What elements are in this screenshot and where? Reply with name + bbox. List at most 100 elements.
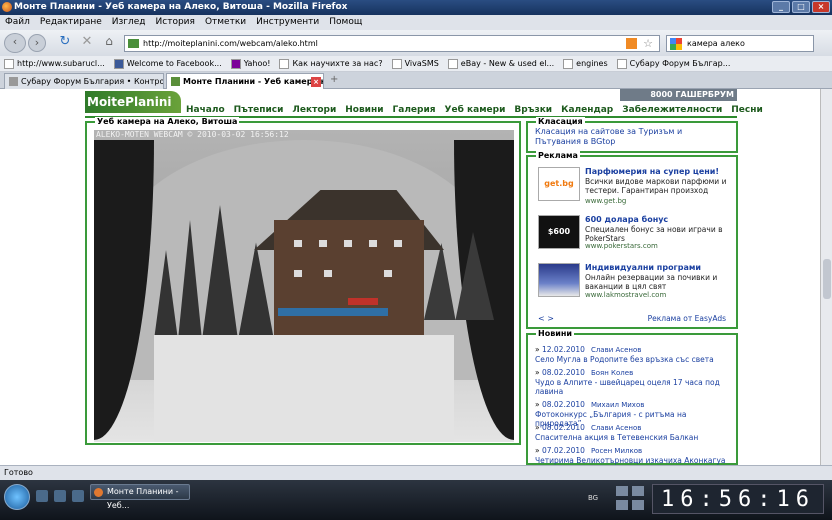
url-text: http://moiteplanini.com/webcam/aleko.htm… (143, 39, 318, 48)
ad-url[interactable]: www.pokerstars.com (585, 242, 658, 250)
ad-text: Онлайн резервации за почивки и ваканции … (585, 273, 718, 291)
hut-window (324, 270, 332, 277)
news-item[interactable]: » 07.02.2010 Росен Милков Четирима Велико… (535, 446, 733, 465)
navigation-toolbar: ‹ › ↻ ✕ ⌂ http://moiteplanini.com/webcam… (0, 30, 832, 56)
tray-icon[interactable] (632, 486, 644, 496)
ad-item[interactable]: Индивидуални програми Онлайн резервации … (538, 263, 733, 303)
nav-webcams[interactable]: Уеб камери (445, 105, 506, 115)
bookmark-item[interactable]: engines (563, 56, 608, 71)
forward-button[interactable]: › (28, 34, 46, 52)
ad-item[interactable]: get.bg Парфюмерия на супер цени! Всички … (538, 167, 733, 207)
maximize-button[interactable]: □ (792, 1, 810, 13)
firefox-icon (2, 2, 12, 12)
taskbar: Монте Планини - Уеб... BG 16:56:16 (0, 480, 832, 520)
lens-vignette-left (94, 140, 154, 440)
quicklaunch-icon[interactable] (72, 490, 84, 502)
ad-image[interactable]: $600 ПОКЕР (538, 215, 580, 268)
page-icon (279, 58, 290, 69)
tray-icon[interactable] (616, 500, 628, 510)
bookmark-item[interactable]: VivaSMS (391, 56, 439, 71)
tab-monte-planini[interactable]: Монте Планини - Уеб камера на ... × (166, 73, 324, 89)
hut-window (294, 270, 302, 277)
vertical-scrollbar[interactable] (820, 89, 832, 465)
menu-bookmarks[interactable]: Отметки (205, 15, 246, 30)
menu-bar: Файл Редактиране Изглед История Отметки … (0, 15, 832, 30)
menu-view[interactable]: Изглед (112, 15, 146, 30)
quicklaunch-icon[interactable] (54, 490, 66, 502)
bookmark-item[interactable]: Welcome to Facebook... (113, 56, 222, 71)
site-navigation: Начало Пътеписи Лектори Новини Галерия У… (186, 105, 763, 115)
ad-url[interactable]: www.get.bg (585, 197, 626, 205)
scrollbar-thumb[interactable] (823, 259, 831, 299)
menu-tools[interactable]: Инструменти (256, 15, 319, 30)
hut-window (344, 240, 352, 247)
page-icon (9, 77, 18, 86)
ads-pager[interactable]: < > (538, 314, 554, 323)
ad-title[interactable]: 600 долара бонус (585, 215, 668, 224)
news-title: Новини (536, 329, 574, 338)
menu-history[interactable]: История (156, 15, 195, 30)
nav-links[interactable]: Връзки (514, 105, 552, 115)
ads-provider-link[interactable]: Реклама от EasyAds (648, 314, 726, 323)
hut-window (294, 240, 302, 247)
facebook-icon (113, 58, 124, 69)
hut-window (384, 270, 392, 277)
bookmark-item[interactable]: eBay - New & used el... (447, 56, 554, 71)
page-viewport: 8000 ГАШЕРБРУМ MoitePlanini Начало Пътеп… (0, 89, 820, 465)
clock[interactable]: 16:56:16 (652, 484, 824, 514)
back-button[interactable]: ‹ (4, 33, 26, 53)
ad-url[interactable]: www.lakmostravel.com (585, 291, 666, 299)
taskbar-window-button[interactable]: Монте Планини - Уеб... (90, 484, 190, 510)
nav-calendar[interactable]: Календар (561, 105, 613, 115)
nav-travelogues[interactable]: Пътеписи (234, 105, 284, 115)
ranking-link[interactable]: Класация на сайтове за Туризъм и Пътуван… (535, 127, 729, 147)
bookmark-item[interactable]: Субару Форум Българ... (616, 56, 730, 71)
page-icon (563, 58, 574, 69)
bookmark-star-icon[interactable]: ☆ (643, 36, 653, 51)
ad-image[interactable]: get.bg (538, 167, 580, 201)
menu-help[interactable]: Помощ (329, 15, 362, 30)
ad-image[interactable] (538, 263, 580, 297)
language-indicator[interactable]: BG (588, 494, 598, 502)
stop-icon[interactable]: ✕ (78, 34, 96, 52)
menu-edit[interactable]: Редактиране (40, 15, 102, 30)
tab-bar: Субару Форум България • Контролен... Мон… (0, 72, 832, 89)
news-item[interactable]: » 08.02.2010 Боян Колев Чудо в Алпите - ш… (535, 368, 733, 396)
tray-icon[interactable] (616, 486, 628, 496)
menu-file[interactable]: Файл (5, 15, 30, 30)
top-banner[interactable]: 8000 ГАШЕРБРУМ (620, 89, 737, 101)
start-button[interactable] (4, 484, 30, 510)
volume-icon[interactable] (632, 500, 644, 510)
ad-item[interactable]: $600 ПОКЕР 600 долара бонус Специален бо… (538, 215, 733, 268)
nav-songs[interactable]: Песни (731, 105, 763, 115)
reload-icon[interactable]: ↻ (56, 34, 74, 52)
ad-title[interactable]: Индивидуални програми (585, 263, 701, 272)
bookmark-item[interactable]: http://www.subarucl... (4, 56, 105, 71)
home-icon[interactable]: ⌂ (100, 34, 118, 52)
search-box[interactable]: камера алеко (666, 35, 814, 52)
ad-title[interactable]: Парфюмерия на супер цени! (585, 167, 719, 176)
nav-landmarks[interactable]: Забележителности (622, 105, 722, 115)
nav-home[interactable]: Начало (186, 105, 225, 115)
minimize-button[interactable]: _ (772, 1, 790, 13)
window-controls: _ □ × (772, 1, 830, 13)
news-item[interactable]: » 12.02.2010 Слави Асенов Село Мугла в Ро… (535, 345, 733, 364)
bookmark-item[interactable]: Yahoo! (230, 56, 270, 71)
google-search-icon[interactable] (670, 38, 682, 50)
ranking-box: Класация Класация на сайтове за Туризъм … (526, 117, 738, 153)
close-tab-icon[interactable]: × (311, 77, 321, 87)
quicklaunch-icon[interactable] (36, 490, 48, 502)
close-window-button[interactable]: × (812, 1, 830, 13)
news-item[interactable]: » 08.02.2010 Слави Асенов Спасителна акци… (535, 423, 733, 442)
news-box: Новини » 12.02.2010 Слави Асенов Село Муг… (526, 329, 738, 465)
site-logo[interactable]: MoitePlanini (85, 91, 181, 113)
ranking-title: Класация (536, 117, 585, 126)
rss-feed-icon[interactable] (626, 38, 637, 49)
bookmark-item[interactable]: Как научихте за нас? (279, 56, 383, 71)
address-bar[interactable]: http://moiteplanini.com/webcam/aleko.htm… (124, 35, 660, 52)
tab-subaru-forum[interactable]: Субару Форум България • Контролен... (4, 73, 164, 89)
nav-gallery[interactable]: Галерия (393, 105, 436, 115)
new-tab-button[interactable]: + (330, 74, 338, 85)
nav-lecturers[interactable]: Лектори (292, 105, 336, 115)
nav-news[interactable]: Новини (345, 105, 383, 115)
